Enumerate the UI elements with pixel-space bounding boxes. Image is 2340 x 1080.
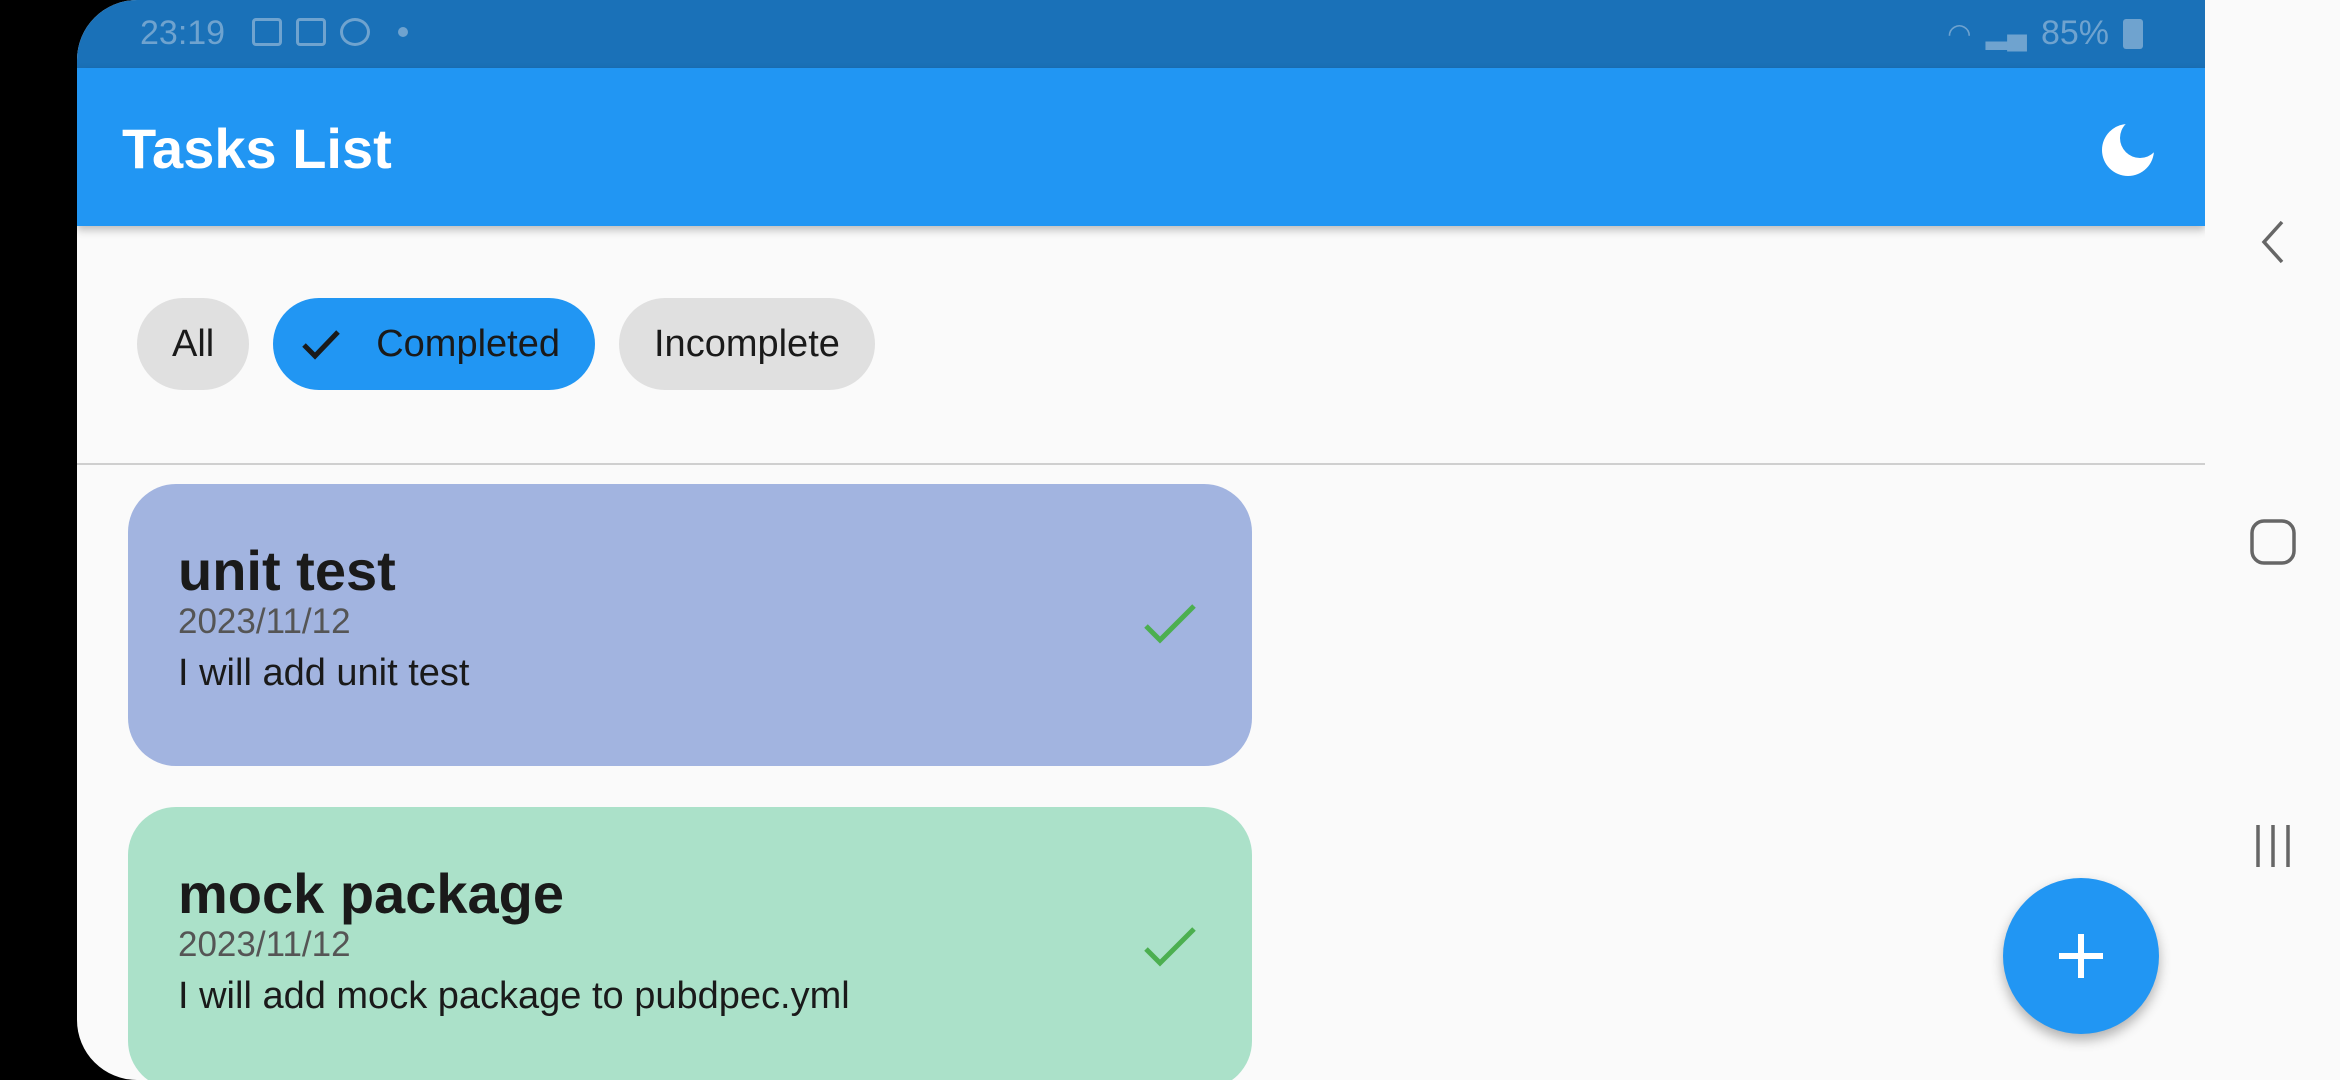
task-card[interactable]: mock package 2023/11/12 I will add mock …	[128, 807, 1252, 1080]
task-description: I will add unit test	[178, 652, 470, 694]
status-time: 23:19	[140, 14, 226, 52]
system-nav-bar	[2205, 0, 2340, 1080]
filter-chip-incomplete[interactable]: Incomplete	[619, 298, 875, 390]
task-title: mock package	[178, 862, 564, 925]
more-notifications-icon	[398, 27, 408, 37]
home-icon[interactable]	[2249, 518, 2297, 566]
task-date: 2023/11/12	[178, 602, 351, 641]
status-bar: 23:19 ◠ ▂▄ 85%	[77, 0, 2205, 68]
filter-chip-completed[interactable]: Completed	[273, 298, 595, 390]
signal-icon: ▂▄	[1985, 18, 2027, 49]
filter-chips: All Completed Incomplete	[137, 298, 875, 390]
check-icon	[302, 330, 341, 360]
wifi-icon: ◠	[1947, 18, 1972, 49]
task-title: unit test	[178, 539, 396, 602]
gmail-icon	[296, 18, 326, 46]
battery-percent: 85%	[2040, 14, 2109, 52]
moon-icon[interactable]	[2100, 118, 2160, 178]
chip-label: All	[172, 322, 215, 365]
task-date: 2023/11/12	[178, 925, 351, 964]
add-task-button[interactable]	[2003, 878, 2159, 1034]
page-title: Tasks List	[122, 117, 392, 180]
completed-check-icon	[1144, 927, 1196, 967]
back-icon[interactable]	[2258, 218, 2288, 266]
chip-label: Incomplete	[654, 322, 840, 365]
battery-icon	[2123, 18, 2143, 49]
divider	[77, 463, 2205, 465]
globe-icon	[340, 18, 370, 46]
app-bar: Tasks List	[77, 68, 2205, 226]
task-description: I will add mock package to pubdpec.yml	[178, 975, 850, 1017]
task-card[interactable]: unit test 2023/11/12 I will add unit tes…	[128, 484, 1252, 766]
app-screen: 23:19 ◠ ▂▄ 85% Tasks List All Completed …	[77, 0, 2205, 1080]
gallery-icon	[252, 18, 282, 46]
plus-icon	[2059, 934, 2103, 978]
notification-icons	[252, 18, 408, 46]
chip-label: Completed	[376, 322, 560, 365]
filter-chip-all[interactable]: All	[137, 298, 250, 390]
completed-check-icon	[1144, 604, 1196, 644]
recents-icon[interactable]	[2253, 822, 2293, 870]
